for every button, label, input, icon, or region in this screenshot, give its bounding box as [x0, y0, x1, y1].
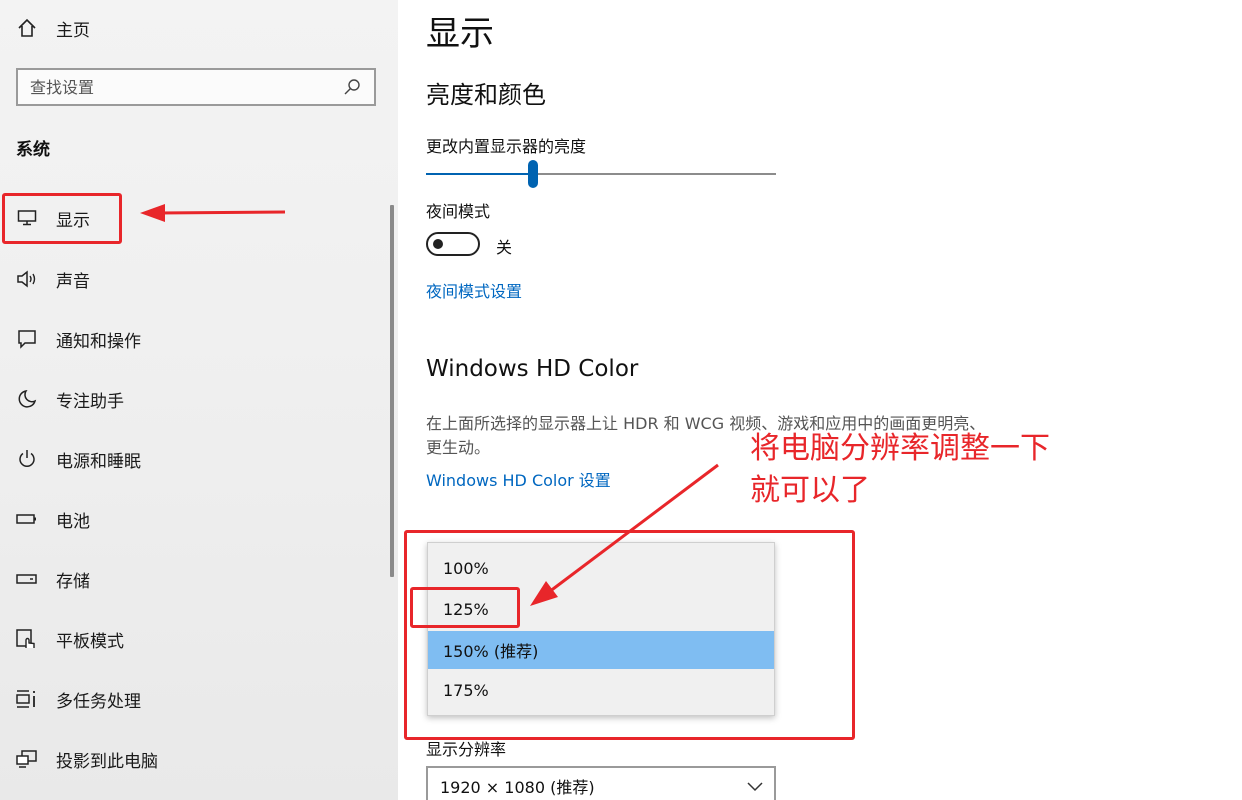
resolution-select[interactable]: 1920 × 1080 (推荐) — [426, 766, 776, 800]
annotation-box-display — [2, 193, 122, 244]
brightness-label: 更改内置显示器的亮度 — [426, 137, 587, 156]
sidebar-item-project-to-pc[interactable]: 投影到此电脑 — [0, 735, 390, 783]
sidebar-item-power-sleep[interactable]: 电源和睡眠 — [0, 435, 390, 483]
power-icon — [16, 448, 38, 470]
storage-icon — [16, 568, 38, 590]
speaker-icon — [16, 268, 38, 290]
sidebar-item-sound[interactable]: 声音 — [0, 255, 390, 303]
night-mode-settings-link[interactable]: 夜间模式设置 — [426, 278, 522, 302]
hd-color-section-title: Windows HD Color — [426, 356, 639, 382]
sidebar-item-label: 电池 — [56, 511, 90, 532]
annotation-box-125 — [410, 587, 520, 628]
tablet-mode-icon — [16, 628, 38, 650]
sidebar-item-battery[interactable]: 电池 — [0, 495, 390, 543]
moon-icon — [16, 388, 38, 410]
home-nav-item[interactable]: 主页 — [16, 14, 90, 42]
sidebar-item-label: 投影到此电脑 — [56, 751, 158, 772]
notification-icon — [16, 328, 38, 350]
search-box[interactable] — [16, 68, 376, 106]
battery-icon — [16, 508, 38, 530]
page-title: 显示 — [426, 14, 494, 54]
chevron-down-icon — [746, 778, 764, 792]
project-icon — [16, 748, 38, 770]
sidebar-item-label: 平板模式 — [56, 631, 124, 652]
sidebar: 主页 系统 显示 声音 通知和操作 专注助手 电源和睡眠 — [0, 0, 398, 800]
sidebar-item-label: 声音 — [56, 271, 90, 292]
sidebar-item-label: 多任务处理 — [56, 691, 141, 712]
toggle-knob — [433, 239, 443, 249]
sidebar-item-label: 通知和操作 — [56, 331, 141, 352]
sidebar-item-tablet-mode[interactable]: 平板模式 — [0, 615, 390, 663]
sidebar-item-notifications[interactable]: 通知和操作 — [0, 315, 390, 363]
brightness-slider[interactable] — [426, 160, 776, 190]
annotation-text: 将电脑分辨率调整一下就可以了 — [750, 431, 1050, 508]
search-icon[interactable] — [342, 77, 362, 97]
resolution-value: 1920 × 1080 (推荐) — [440, 778, 595, 797]
sidebar-item-multitasking[interactable]: 多任务处理 — [0, 675, 390, 723]
sidebar-item-storage[interactable]: 存储 — [0, 555, 390, 603]
section-title: 系统 — [16, 140, 50, 160]
slider-thumb[interactable] — [528, 160, 538, 188]
sidebar-scrollbar[interactable] — [390, 205, 394, 577]
sidebar-item-label: 专注助手 — [56, 391, 124, 412]
night-mode-label: 夜间模式 — [426, 202, 491, 221]
night-mode-toggle[interactable] — [426, 232, 480, 256]
home-label: 主页 — [56, 20, 90, 41]
search-input[interactable] — [30, 77, 342, 97]
home-icon — [16, 17, 38, 39]
brightness-section-title: 亮度和颜色 — [426, 81, 546, 109]
multitasking-icon — [16, 688, 38, 710]
night-mode-state: 关 — [496, 238, 513, 257]
hd-color-settings-link[interactable]: Windows HD Color 设置 — [426, 467, 611, 491]
sidebar-item-label: 存储 — [56, 571, 90, 592]
slider-fill — [426, 173, 533, 175]
annotation-box-scale-list — [404, 530, 855, 740]
sidebar-item-label: 电源和睡眠 — [56, 451, 141, 472]
sidebar-item-focus-assist[interactable]: 专注助手 — [0, 375, 390, 423]
